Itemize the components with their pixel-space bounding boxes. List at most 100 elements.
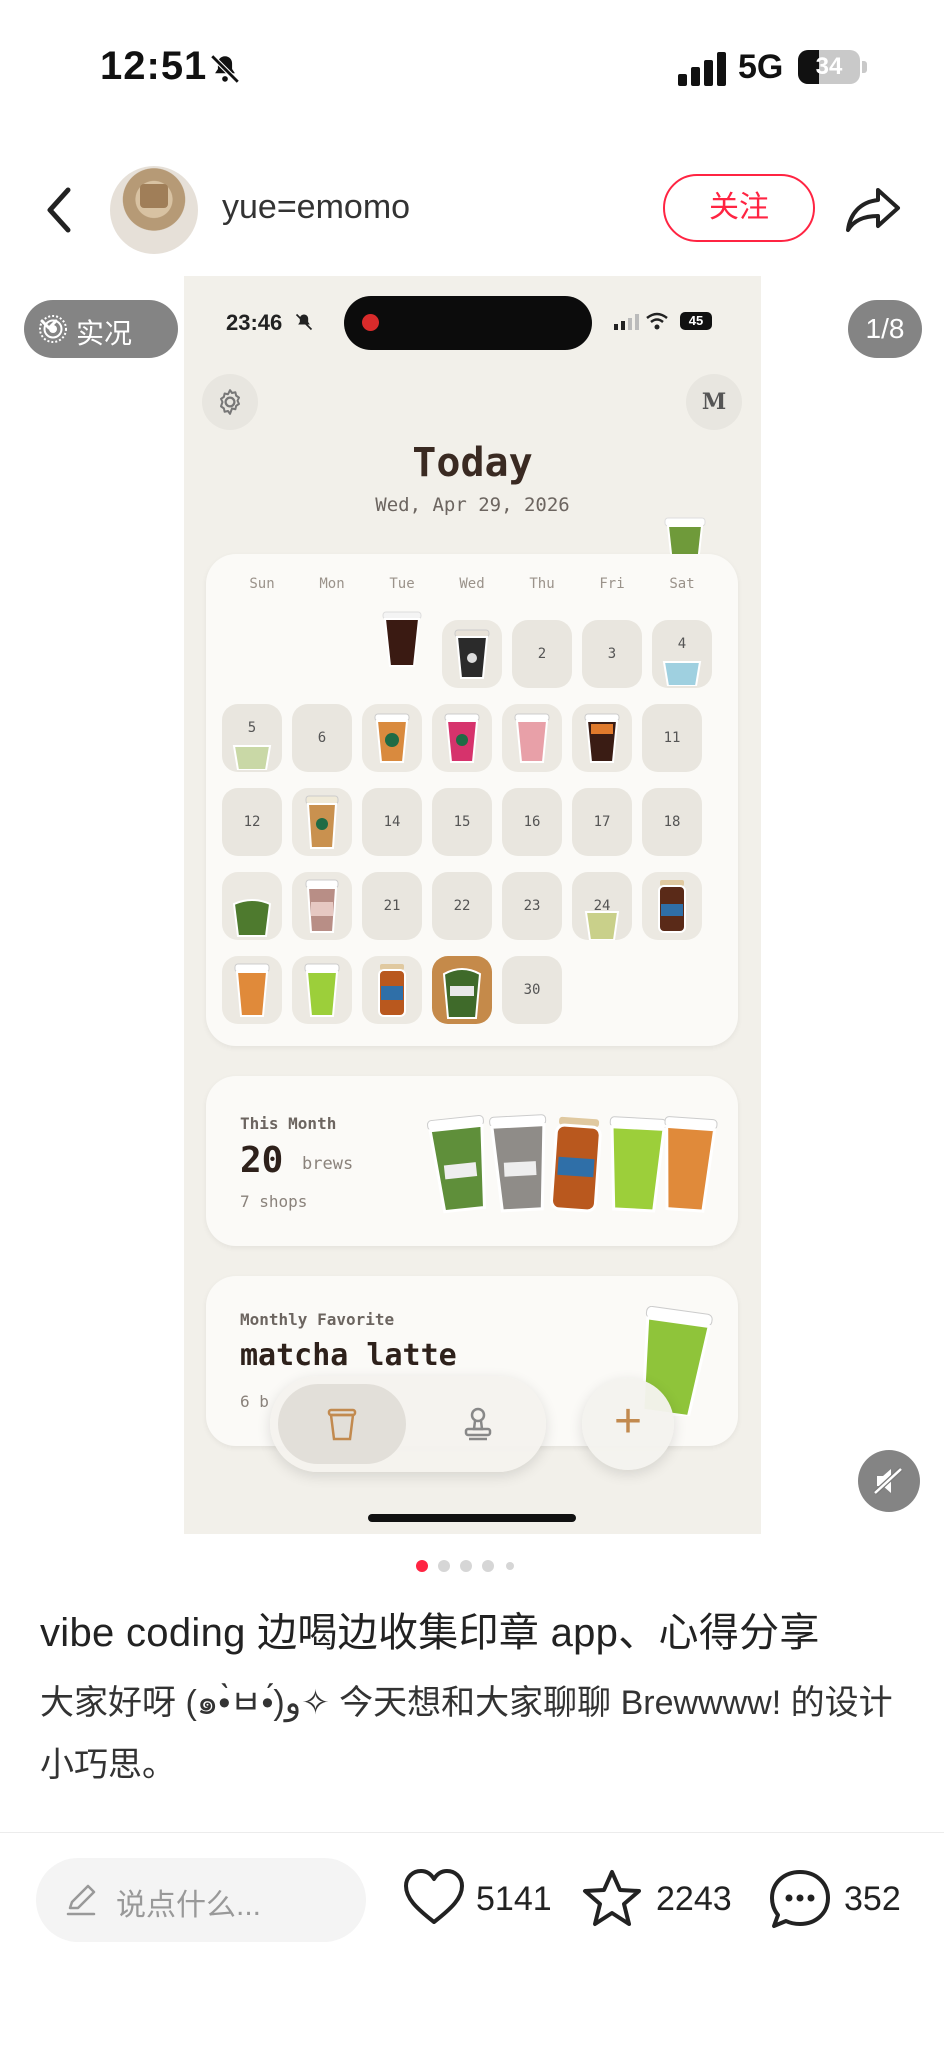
calendar-day-3[interactable]: 3 <box>582 620 642 688</box>
drink-cup-day-1[interactable] <box>380 610 424 668</box>
weekday-label: Sat <box>669 576 695 592</box>
calendar-day-23[interactable]: 23 <box>502 872 562 940</box>
drink-cup-icon <box>305 795 339 849</box>
dynamic-island <box>344 296 592 350</box>
calendar-day-9[interactable] <box>502 704 562 772</box>
calendar-day-28[interactable] <box>362 956 422 1024</box>
calendar-day-11[interactable]: 11 <box>642 704 702 772</box>
like-count: 5141 <box>476 1880 552 1918</box>
carousel-dot <box>438 1560 450 1572</box>
calendar-day-22[interactable]: 22 <box>432 872 492 940</box>
post-header: yue=emomo 关注 <box>0 150 944 270</box>
today-date: Wed, Apr 29, 2026 <box>375 494 570 516</box>
post-body: 大家好呀 (๑•̀ㅂ•́)و✧ 今天想和大家聊聊 Brewwww! 的设计小巧思… <box>40 1684 893 1784</box>
drink-cup-icon <box>378 964 406 1017</box>
battery-level: 34 <box>815 53 843 80</box>
live-photo-toggle[interactable]: 实况 <box>24 300 178 358</box>
favorite-count: 6 b <box>240 1392 269 1411</box>
calendar-day-18[interactable]: 18 <box>642 788 702 856</box>
drink-cup-icon <box>442 968 482 1019</box>
author-name[interactable]: yue=emomo <box>222 188 410 227</box>
follow-button[interactable]: 关注 <box>663 174 815 242</box>
calendar-day-26[interactable] <box>222 956 282 1024</box>
recording-dot <box>362 314 379 331</box>
drink-cup-icon <box>444 713 480 763</box>
calendar-card: Sun Mon Tue Wed Thu Fri Sat 2 3 4 5 6 11… <box>206 554 738 1046</box>
drink-cup-icon <box>374 713 410 763</box>
calendar-day-7[interactable] <box>362 704 422 772</box>
image-page-indicator: 1/8 <box>848 300 922 358</box>
add-drink-button[interactable]: + <box>582 1378 674 1470</box>
calendar-day-14[interactable]: 14 <box>362 788 422 856</box>
comment-input[interactable]: 说点什么... <box>36 1858 366 1942</box>
favorite-drink-name: matcha latte <box>240 1338 457 1373</box>
calendar-day-24[interactable]: 24 <box>572 872 632 940</box>
mute-button[interactable] <box>858 1450 920 1512</box>
comment-placeholder: 说点什么... <box>116 1889 262 1922</box>
speaker-muted-icon <box>873 1467 903 1495</box>
like-button[interactable]: 5141 <box>402 1864 552 1934</box>
calendar-day-10[interactable] <box>572 704 632 772</box>
calendar-day-25[interactable] <box>642 872 702 940</box>
calendar-day-8[interactable] <box>432 704 492 772</box>
monthly-summary-card[interactable]: This Month 20 brews 7 shops <box>206 1076 738 1246</box>
calendar-day-20[interactable] <box>292 872 352 940</box>
calendar-day-21[interactable]: 21 <box>362 872 422 940</box>
drink-cup-icon <box>232 745 272 770</box>
comment-bubble-icon <box>770 1870 830 1928</box>
tab-stamps[interactable] <box>418 1384 538 1464</box>
shot-battery-icon: 45 <box>680 312 712 330</box>
calendar-day-29-today[interactable] <box>432 956 492 1024</box>
calendar-day-5[interactable]: 5 <box>222 704 282 772</box>
drink-cup-icon <box>305 879 339 933</box>
calendar-day-4[interactable]: 4 <box>652 620 712 688</box>
signal-icon <box>678 52 726 86</box>
tab-drinks[interactable] <box>278 1384 406 1464</box>
back-arrow-icon[interactable] <box>38 180 82 240</box>
drink-cup-icon <box>662 661 702 686</box>
brew-count: 20 <box>240 1140 284 1181</box>
drink-cup-icon <box>584 713 620 763</box>
carousel-dot-active <box>416 1560 428 1572</box>
divider <box>0 1832 944 1833</box>
calendar-day-17[interactable]: 17 <box>572 788 632 856</box>
profile-button[interactable]: M <box>686 374 742 430</box>
chevron-down-icon <box>40 319 58 330</box>
calendar-day-13[interactable] <box>292 788 352 856</box>
home-indicator <box>368 1514 576 1522</box>
carousel-dot <box>482 1560 494 1572</box>
weekday-label: Wed <box>459 576 485 592</box>
shot-status-time: 23:46 <box>226 310 283 335</box>
star-icon <box>583 1870 641 1926</box>
calendar-day-12[interactable]: 12 <box>222 788 282 856</box>
engagement-bar: 说点什么... 5141 2243 352 <box>0 1834 944 2048</box>
drink-cup-icon <box>658 880 686 933</box>
calendar-day-16[interactable]: 16 <box>502 788 562 856</box>
weekday-label: Tue <box>389 576 415 592</box>
post-image[interactable]: 23:46 45 M Today Wed, Apr 29, 2026 Sun M… <box>184 276 761 1534</box>
calendar-day-2[interactable]: 2 <box>512 620 572 688</box>
shot-signal-icon <box>614 314 639 330</box>
stamp-icon <box>464 1407 492 1441</box>
pencil-icon <box>66 1884 96 1916</box>
share-icon[interactable] <box>842 178 904 240</box>
drink-cup-icon <box>232 899 272 937</box>
calendar-day-6[interactable]: 6 <box>292 704 352 772</box>
comment-button[interactable]: 352 <box>768 1864 918 1934</box>
calendar-day-1[interactable] <box>442 620 502 688</box>
weekday-label: Thu <box>529 576 555 592</box>
settings-button[interactable] <box>202 374 258 430</box>
favorite-label: Monthly Favorite <box>240 1310 395 1329</box>
calendar-day-15[interactable]: 15 <box>432 788 492 856</box>
avatar[interactable] <box>110 166 198 254</box>
drink-cup-icon <box>234 963 270 1017</box>
calendar-day-19[interactable] <box>222 872 282 940</box>
weekday-label: Sun <box>249 576 275 592</box>
brew-unit: brews <box>302 1154 354 1174</box>
app-tab-bar <box>270 1376 546 1472</box>
calendar-day-30[interactable]: 30 <box>502 956 562 1024</box>
battery-icon: 34 <box>798 50 860 84</box>
gear-icon <box>220 389 240 415</box>
calendar-day-27[interactable] <box>292 956 352 1024</box>
favorite-button[interactable]: 2243 <box>580 1864 740 1934</box>
